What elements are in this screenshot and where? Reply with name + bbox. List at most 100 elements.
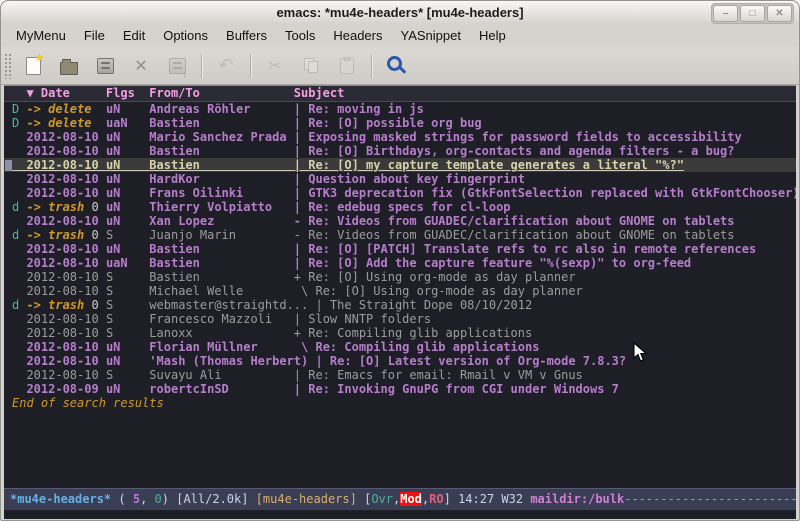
menu-item-mymenu[interactable]: MyMenu [7, 25, 75, 46]
message-from: Bastien [149, 158, 294, 172]
message-row[interactable]: 2012-08-09 uN robertcInSD | Re: Invoking… [4, 382, 796, 396]
message-row[interactable]: D -> delete uaN Bastien | Re: [O] possib… [4, 116, 796, 130]
message-row[interactable]: 2012-08-10 uN Xan Lopez - Re: Videos fro… [4, 214, 796, 228]
toolbar-separator [201, 54, 202, 78]
message-subject: | Question about key fingerprint [294, 172, 525, 186]
thread-mark-margin [12, 130, 26, 144]
minimize-button[interactable]: – [713, 5, 738, 22]
mode-line-segment: [mu4e-headers] [256, 492, 357, 506]
message-row[interactable]: 2012-08-10 uaN Bastien | Re: [O] Add the… [4, 256, 796, 270]
message-list: D -> delete uN Andreas Röhler | Re: movi… [4, 102, 796, 396]
message-row[interactable]: 2012-08-10 uN Bastien | Re: [O] Birthday… [4, 144, 796, 158]
maximize-button[interactable]: □ [740, 5, 765, 22]
message-row[interactable]: d -> trash 0 uN Thierry Volpiatto | Re: … [4, 200, 796, 214]
message-row[interactable]: d -> trash 0 S Juanjo Marin - Re: Videos… [4, 228, 796, 242]
thread-mark-margin: D [12, 102, 26, 116]
mode-line-segment: [ [357, 492, 371, 506]
menu-item-buffers[interactable]: Buffers [217, 25, 276, 46]
mark-size: 0 [84, 228, 98, 242]
message-row[interactable]: d -> trash 0 S webmaster@straightd... | … [4, 298, 796, 312]
message-row[interactable]: 2012-08-10 S Suvayu Ali | Re: Emacs for … [4, 368, 796, 382]
titlebar[interactable]: emacs: *mu4e-headers* [mu4e-headers] –□✕ [1, 1, 799, 23]
toolbar-separator [250, 54, 251, 78]
message-row[interactable]: 2012-08-10 uN HardKor | Question about k… [4, 172, 796, 186]
pad [91, 116, 105, 130]
message-from: Xan Lopez [149, 214, 294, 228]
menu-item-edit[interactable]: Edit [114, 25, 154, 46]
message-row[interactable]: 2012-08-10 uN Frans Oilinki | GTK3 depre… [4, 186, 796, 200]
message-subject: \ Re: [O] Using org-mode as day planner [294, 284, 583, 298]
menu-item-tools[interactable]: Tools [276, 25, 324, 46]
message-flags: uN [106, 354, 149, 368]
message-row[interactable]: 2012-08-10 S Bastien + Re: [O] Using org… [4, 270, 796, 284]
message-from: Bastien [149, 256, 294, 270]
message-row[interactable]: D -> delete uN Andreas Röhler | Re: movi… [4, 102, 796, 116]
message-subject: | Re: [O] Add the capture feature "%(sex… [294, 256, 691, 270]
message-row[interactable]: 2012-08-10 S Michael Welle \ Re: [O] Usi… [4, 284, 796, 298]
message-from: Juanjo Marin [149, 228, 294, 242]
toolbar-grip[interactable] [4, 53, 11, 79]
headers-column-row: ▼ Date Flgs From/To Subject [4, 86, 796, 102]
message-date: 2012-08-10 [26, 172, 105, 186]
mode-line-segment: ( [111, 492, 133, 506]
message-row[interactable]: 2012-08-10 uN 'Mash (Thomas Herbert) | R… [4, 354, 796, 368]
message-flags: S [106, 298, 149, 312]
thread-mark-margin [12, 186, 26, 200]
menu-item-file[interactable]: File [75, 25, 114, 46]
paste-icon [332, 52, 362, 80]
mode-line-segment: 5 [133, 492, 140, 506]
mode-line-segment: [All/2.0k] [176, 492, 255, 506]
action-mark: -> trash [26, 298, 84, 312]
save-buffer-icon[interactable] [90, 52, 120, 80]
window-buttons: –□✕ [711, 3, 794, 24]
message-row[interactable]: 2012-08-10 S Lanoxx + Re: Compiling glib… [4, 326, 796, 340]
message-subject: + Re: Compiling glib applications [294, 326, 532, 340]
message-row[interactable]: 2012-08-10 uN Florian Müllner \ Re: Comp… [4, 340, 796, 354]
new-file-icon[interactable]: ★ [18, 52, 48, 80]
message-row[interactable]: 2012-08-10 uN Mario Sanchez Prada | Expo… [4, 130, 796, 144]
message-from: Bastien [149, 116, 294, 130]
thread-mark-margin [12, 312, 26, 326]
message-flags: S [106, 228, 149, 242]
message-row[interactable]: 2012-08-10 uN Bastien | Re: [O] [PATCH] … [4, 242, 796, 256]
message-flags: S [106, 284, 149, 298]
message-subject: | Re: Emacs for email: Rmail v VM v Gnus [294, 368, 583, 382]
message-date: 2012-08-10 [26, 326, 105, 340]
message-from: HardKor [149, 172, 294, 186]
message-row[interactable]: 2012-08-10 S Francesco Mazzoli | Slow NN… [4, 312, 796, 326]
text-cursor [5, 160, 12, 171]
message-date: 2012-08-10 [26, 256, 105, 270]
message-flags: S [106, 270, 149, 284]
menu-item-options[interactable]: Options [154, 25, 217, 46]
mark-size: 0 [84, 200, 98, 214]
message-row[interactable]: 2012-08-10 uN Bastien | Re: [O] my captu… [4, 158, 796, 172]
action-mark: -> trash [26, 200, 84, 214]
menu-item-headers[interactable]: Headers [324, 25, 391, 46]
menu-item-help[interactable]: Help [470, 25, 515, 46]
open-folder-icon[interactable] [54, 52, 84, 80]
message-subject: | Re: [O] my capture template generates … [294, 158, 684, 172]
close-button[interactable]: ✕ [767, 5, 792, 22]
message-flags: S [106, 312, 149, 326]
menu-item-yasnippet[interactable]: YASnippet [391, 25, 469, 46]
mode-line-segment: , [140, 492, 154, 506]
mode-line-segment: *mu4e-headers* [10, 492, 111, 506]
thread-mark-margin [12, 172, 26, 186]
mode-line-segment: ] [444, 492, 458, 506]
search-icon[interactable] [381, 52, 411, 80]
thread-mark-margin [12, 340, 26, 354]
close-buffer-icon[interactable]: ✕ [126, 52, 156, 80]
save-as-icon: ↓ [162, 52, 192, 80]
mode-line-segment: Mod [400, 492, 422, 506]
thread-mark-margin [12, 270, 26, 284]
message-subject: | GTK3 deprecation fix (GtkFontSelection… [294, 186, 796, 200]
action-mark: -> delete [26, 102, 91, 116]
message-from: Andreas Röhler [149, 102, 294, 116]
message-date: 2012-08-10 [26, 158, 105, 172]
mode-line-segment: ----------------------------------------… [624, 492, 796, 506]
thread-mark-margin [12, 256, 26, 270]
mode-line-segment: ) [162, 492, 176, 506]
echo-area[interactable] [4, 510, 796, 519]
message-subject: | Exposing masked strings for password f… [294, 130, 742, 144]
message-from: Bastien [149, 270, 294, 284]
